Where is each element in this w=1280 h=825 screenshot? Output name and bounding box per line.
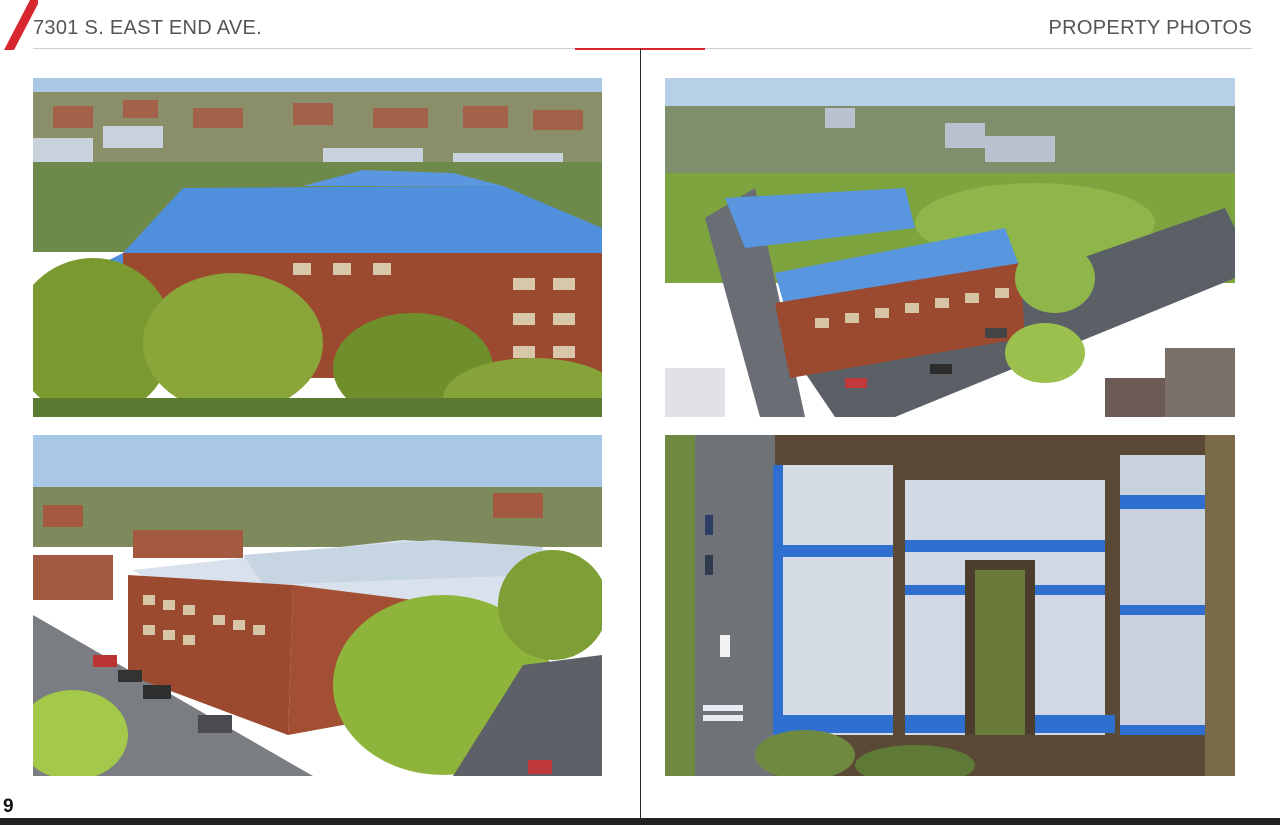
- property-photo-4: [665, 435, 1235, 776]
- page-divider: [640, 49, 641, 819]
- property-photo-3: [33, 435, 602, 776]
- page-number: 9: [3, 796, 14, 817]
- footer-bar: [0, 818, 1280, 825]
- property-photo-2: [665, 78, 1235, 417]
- section-title: PROPERTY PHOTOS: [1048, 17, 1252, 39]
- property-photo-1: [33, 78, 602, 417]
- property-address: 7301 S. EAST END AVE.: [33, 17, 263, 39]
